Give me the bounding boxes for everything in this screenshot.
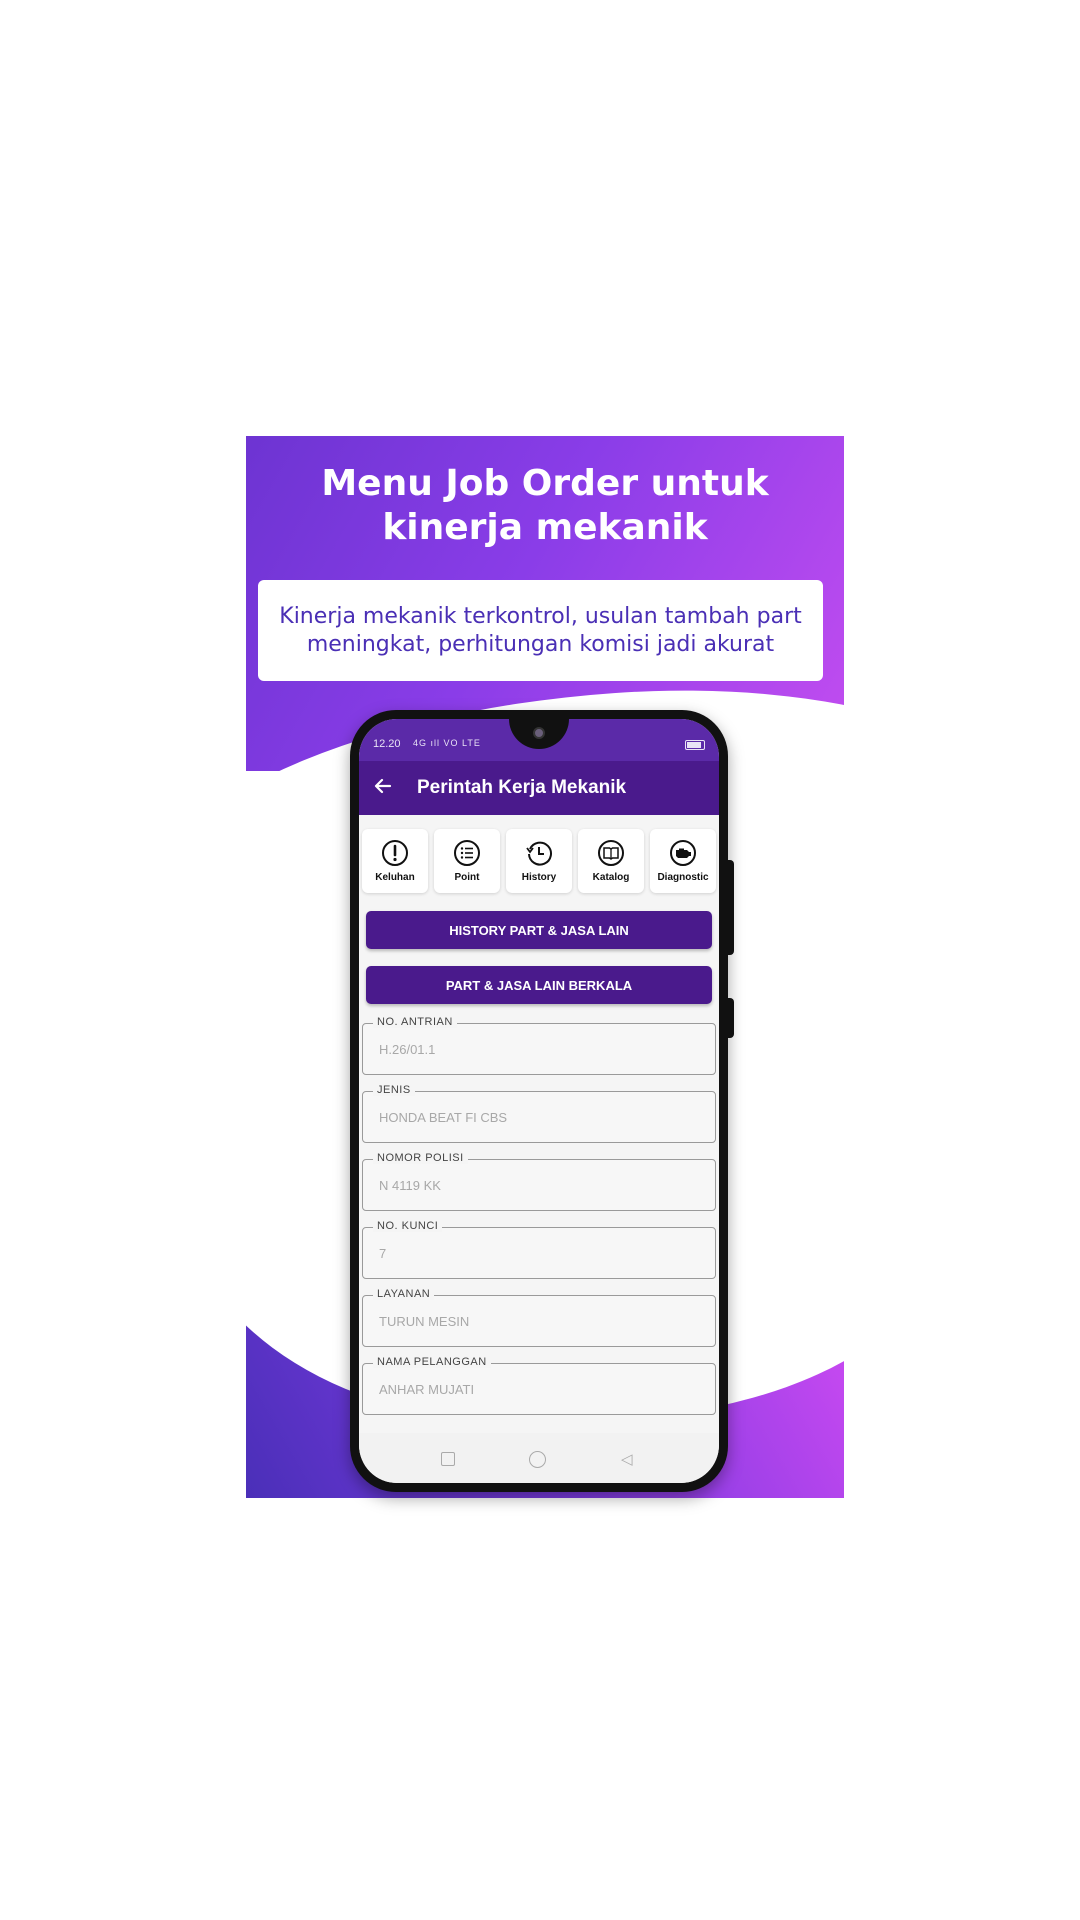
field-label: NO. ANTRIAN [373,1016,457,1028]
phone-screen: 12.20 4G ıll VO LTE Perintah Kerja Mekan… [359,719,719,1483]
field-value: N 4119 KK [379,1178,441,1193]
field-label: NO. KUNCI [373,1220,443,1232]
exclamation-circle-icon [382,840,408,866]
menu-label: Point [454,872,480,883]
menu-label: Katalog [592,872,630,883]
home-icon[interactable] [529,1451,546,1468]
headline-line-2: kinerja mekanik [382,507,708,548]
history-clock-icon [526,841,552,866]
history-part-jasa-button[interactable]: HISTORY PART & JASA LAIN [366,911,712,949]
back-triangle-icon[interactable]: ◁ [621,1450,633,1468]
menu-point[interactable]: Point [434,829,500,893]
app-bar: Perintah Kerja Mekanik [359,761,719,815]
part-jasa-berkala-button[interactable]: PART & JASA LAIN BERKALA [366,966,712,1004]
banner-headline: Menu Job Order untuk kinerja mekanik [246,462,844,550]
nomor-polisi-field[interactable]: NOMOR POLISI N 4119 KK [362,1152,716,1211]
signal-icon: 4G ıll VO LTE [413,738,481,748]
field-value: HONDA BEAT FI CBS [379,1110,508,1125]
menu-label: Keluhan [375,872,415,883]
menu-label: History [521,872,557,883]
headline-line-1: Menu Job Order untuk [321,463,769,504]
recent-apps-icon[interactable] [441,1452,455,1466]
book-icon [598,840,624,866]
phone-power-button [728,998,734,1038]
android-nav-bar: ◁ [359,1433,719,1483]
no-kunci-field[interactable]: NO. KUNCI 7 [362,1220,716,1279]
checklist-icon [454,840,480,866]
field-value: 7 [379,1246,387,1261]
page-title: Perintah Kerja Mekanik [417,777,627,798]
nama-pelanggan-field[interactable]: NAMA PELANGGAN ANHAR MUJATI [362,1356,716,1415]
status-time: 12.20 [373,738,401,750]
menu-katalog[interactable]: Katalog [578,829,644,893]
menu-history[interactable]: History [506,829,572,893]
engine-icon [670,840,696,866]
field-label: LAYANAN [373,1288,435,1300]
menu-diagnostic[interactable]: Diagnostic [650,829,716,893]
jenis-field[interactable]: JENIS HONDA BEAT FI CBS [362,1084,716,1143]
menu-label: Diagnostic [657,872,709,883]
field-value: TURUN MESIN [379,1314,470,1329]
field-label: NOMOR POLISI [373,1152,468,1164]
front-camera-icon [533,727,545,739]
field-label: JENIS [373,1084,415,1096]
phone-volume-button [728,860,734,955]
menu-keluhan[interactable]: Keluhan [362,829,428,893]
no-antrian-field[interactable]: NO. ANTRIAN H.26/01.1 [362,1016,716,1075]
phone-mockup: 12.20 4G ıll VO LTE Perintah Kerja Mekan… [350,710,734,1492]
menu-row: Keluhan Point History Katalog Diagnostic [362,829,716,893]
banner-subtitle: Kinerja mekanik terkontrol, usulan tamba… [258,580,823,681]
battery-icon [685,740,705,750]
field-value: H.26/01.1 [379,1042,436,1057]
field-label: NAMA PELANGGAN [373,1356,491,1368]
layanan-field[interactable]: LAYANAN TURUN MESIN [362,1288,716,1347]
field-value: ANHAR MUJATI [379,1382,475,1397]
arrow-left-icon[interactable] [373,776,397,800]
